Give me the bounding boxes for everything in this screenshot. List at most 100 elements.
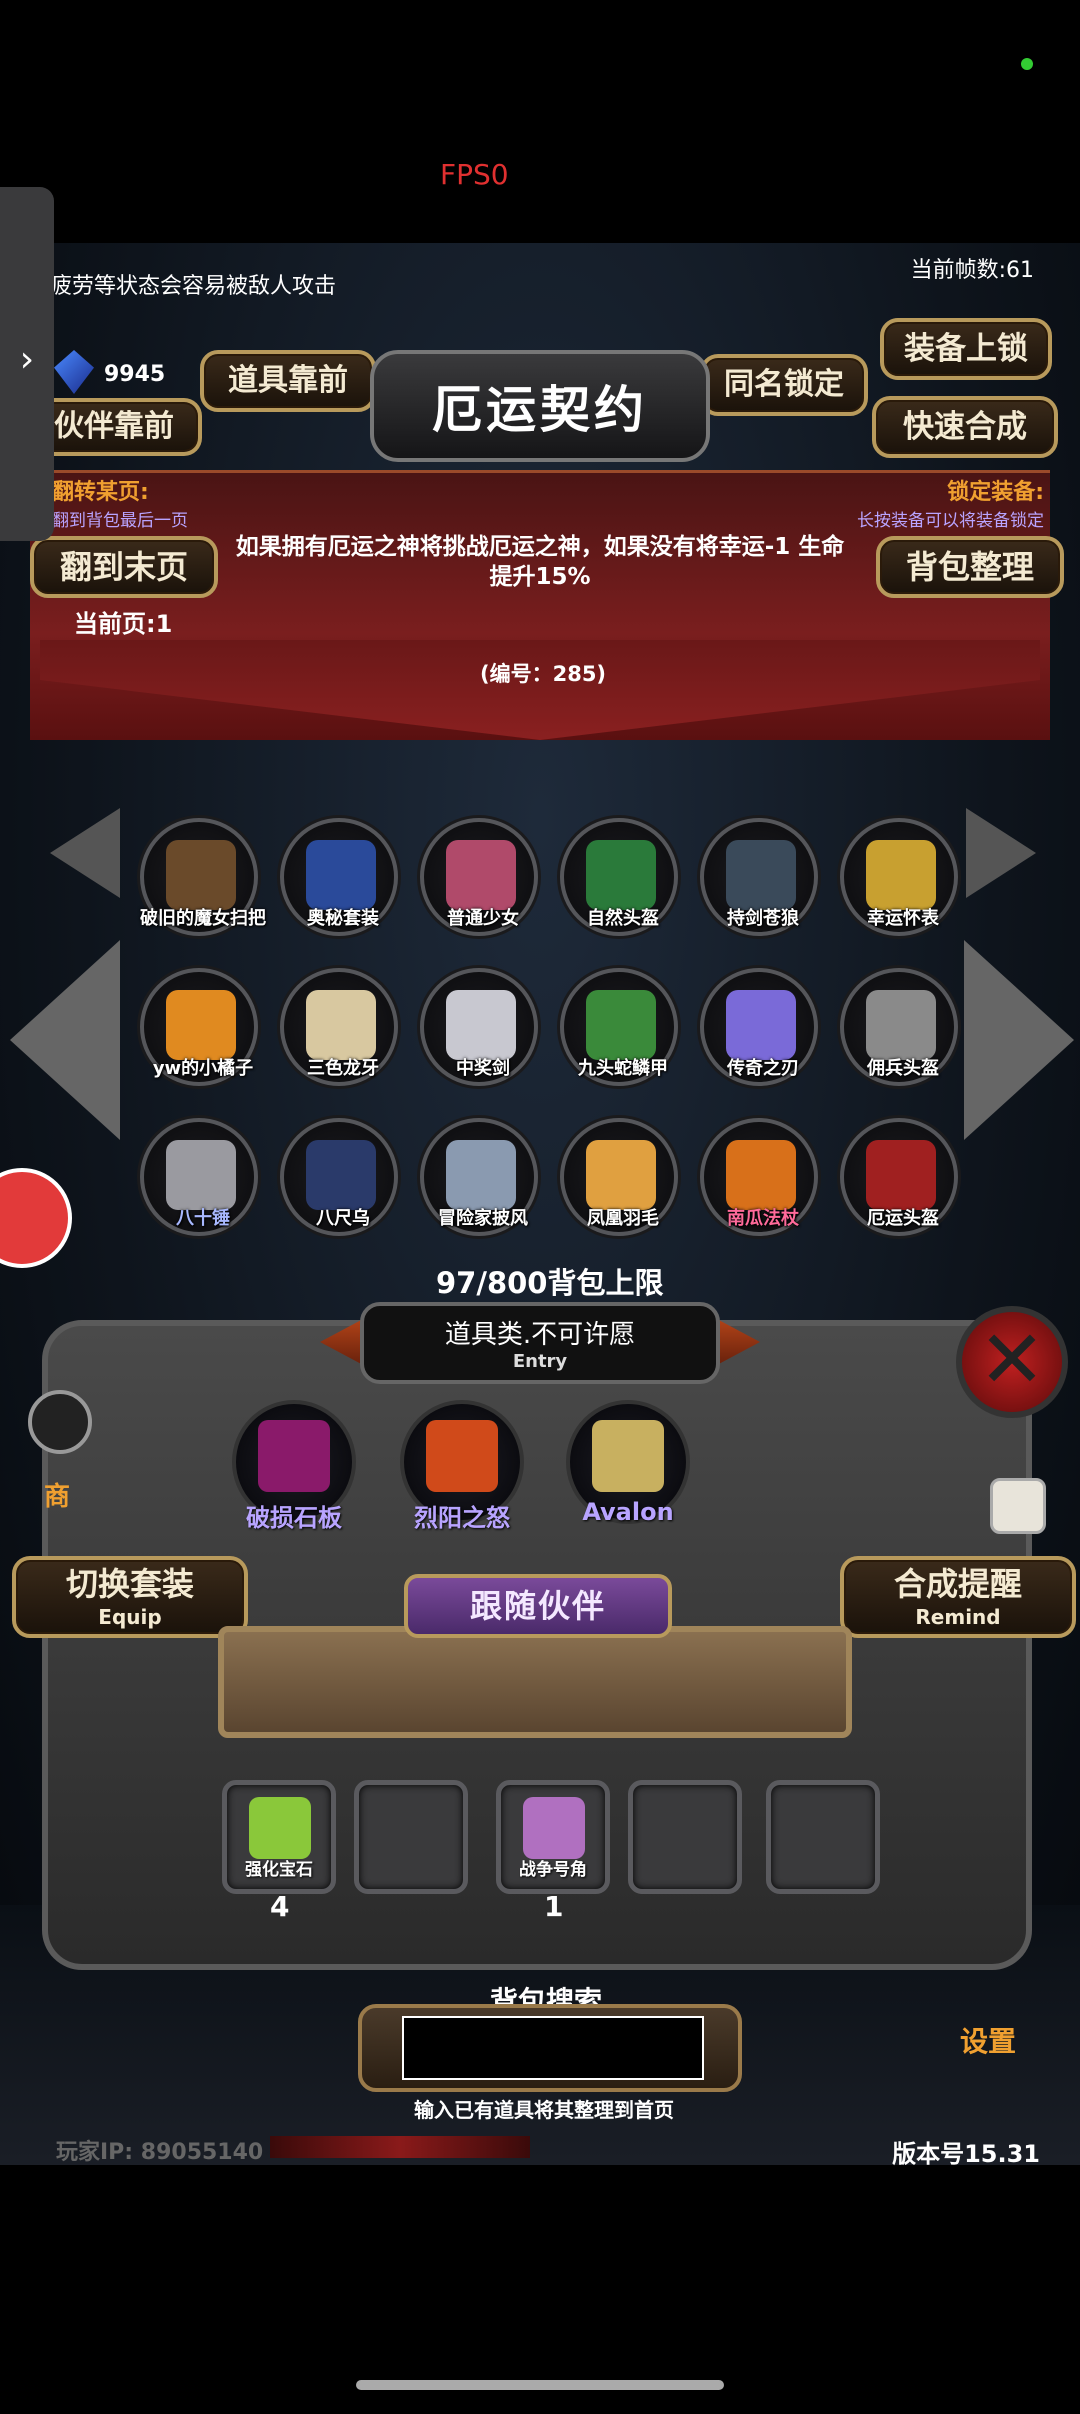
quick-slot[interactable]: 强化宝石 [222, 1780, 336, 1894]
follow-partner-button[interactable]: 跟随伙伴 [404, 1574, 672, 1638]
item-name: 持剑苍狼 [727, 908, 799, 929]
cloak-icon [446, 1140, 516, 1210]
pumpkin-staff-icon [726, 1140, 796, 1210]
item-name: 自然头盔 [587, 908, 659, 929]
gem-icon [249, 1797, 311, 1859]
inventory-slot[interactable]: 持剑苍狼 [700, 818, 818, 936]
horn-icon [523, 1797, 585, 1859]
partner-message-box [218, 1626, 852, 1738]
items-front-button[interactable]: 道具靠前 [200, 350, 376, 412]
jump-page-label: 翻转某页: [52, 480, 149, 505]
item-name: 破旧的魔女扫把 [140, 908, 266, 929]
broom-icon [166, 840, 236, 910]
inventory-slot[interactable]: 冒险家披风 [420, 1118, 538, 1236]
sword-icon [446, 990, 516, 1060]
quick-slot[interactable]: 战争号角 [496, 1780, 610, 1894]
status-hint: 疲劳等状态会容易被敌人攻击 [50, 274, 337, 299]
doom-helmet-icon [866, 1140, 936, 1210]
settings-button[interactable]: 设置 [960, 2020, 1016, 2060]
merge-remind-button[interactable]: 合成提醒 Remind [840, 1556, 1076, 1638]
bag-search-input[interactable] [402, 2016, 704, 2080]
equipped-name: 破损石板 [246, 1504, 342, 1532]
equipped-name: 烈阳之怒 [414, 1504, 510, 1532]
quick-slot-name: 强化宝石 [245, 1860, 313, 1880]
item-title-plate: 厄运契约 [370, 350, 710, 462]
bag-sort-button[interactable]: 背包整理 [876, 536, 1064, 598]
inventory-slot[interactable]: 自然头盔 [560, 818, 678, 936]
lock-equip-label: 锁定装备: [947, 480, 1044, 505]
empty-quick-slot[interactable] [628, 1780, 742, 1894]
equip-lock-button[interactable]: 装备上锁 [880, 318, 1052, 380]
inventory-slot[interactable]: 厄运头盔 [840, 1118, 958, 1236]
item-name: 厄运头盔 [867, 1208, 939, 1229]
lock-equip-hint: 长按装备可以将装备锁定 [857, 511, 1044, 531]
broken-slab-icon [258, 1420, 330, 1492]
equipped-name: Avalon [582, 1498, 674, 1526]
item-category: 道具类.不可许愿 [444, 1320, 636, 1350]
inventory-slot[interactable]: 中奖剑 [420, 968, 538, 1086]
hydra-armor-icon [586, 990, 656, 1060]
switch-set-label: 切换套装 [65, 1565, 194, 1603]
inventory-slot[interactable]: 普通少女 [420, 818, 538, 936]
partner-front-button[interactable]: 伙伴靠前 [30, 398, 202, 456]
item-name: 幸运怀表 [867, 908, 939, 929]
empty-quick-slot[interactable] [354, 1780, 468, 1894]
inventory-slot[interactable]: 九头蛇鳞甲 [560, 968, 678, 1086]
item-name: 南瓜法杖 [727, 1208, 799, 1229]
empty-quick-slot[interactable] [766, 1780, 880, 1894]
chevron-right-icon[interactable]: › [10, 340, 44, 380]
item-title: 厄运契约 [432, 381, 648, 439]
inventory-slot[interactable]: 奥秘套装 [280, 818, 398, 936]
gem-count: 9945 [104, 362, 166, 387]
pocket-watch-icon [866, 840, 936, 910]
inventory-slot[interactable]: 南瓜法杖 [700, 1118, 818, 1236]
hammer-icon [166, 1140, 236, 1210]
item-name: 传奇之刃 [727, 1058, 799, 1079]
item-name: 八尺乌 [316, 1208, 370, 1229]
item-name: 中奖剑 [456, 1058, 510, 1079]
fang-icon [306, 990, 376, 1060]
close-button[interactable]: ✕ [956, 1306, 1068, 1418]
orange-icon [166, 990, 236, 1060]
inventory-slot[interactable]: 幸运怀表 [840, 818, 958, 936]
equipped-slot[interactable]: Avalon [566, 1400, 690, 1526]
item-id: (编号：285) [480, 662, 607, 686]
shop-icon[interactable] [28, 1390, 92, 1454]
avalon-sword-icon [592, 1420, 664, 1492]
inventory-slot[interactable]: 佣兵头盔 [840, 968, 958, 1086]
equipped-slot[interactable]: 破损石板 [232, 1400, 356, 1532]
inventory-slot[interactable]: 三色龙牙 [280, 968, 398, 1086]
equipped-slot[interactable]: 烈阳之怒 [400, 1400, 524, 1532]
switch-set-button[interactable]: 切换套装 Equip [12, 1556, 248, 1638]
item-description: 如果拥有厄运之神将挑战厄运之神，如果没有将幸运-1 生命提升15% [235, 534, 845, 590]
dice-icon[interactable] [990, 1478, 1046, 1534]
inventory-slot[interactable]: 传奇之刃 [700, 968, 818, 1086]
inventory-slot[interactable]: 八十锤 [140, 1118, 258, 1236]
inventory-slot[interactable]: yw的小橘子 [140, 968, 258, 1086]
helmet-icon [866, 990, 936, 1060]
inventory-slot[interactable]: 八尺乌 [280, 1118, 398, 1236]
crow-icon [306, 1140, 376, 1210]
girl-icon [446, 840, 516, 910]
search-hint: 输入已有道具将其整理到首页 [414, 2098, 674, 2122]
item-name: 普通少女 [447, 908, 519, 929]
item-name: 八十锤 [176, 1208, 230, 1229]
quick-slot-count: 4 [270, 1890, 290, 1923]
inventory-slot[interactable]: 破旧的魔女扫把 [140, 818, 266, 936]
player-ip: 玩家IP: 89055140 [56, 2140, 264, 2165]
merge-remind-sublabel: Remind [915, 1605, 1001, 1629]
switch-set-sublabel: Equip [98, 1605, 162, 1629]
last-page-button[interactable]: 翻到末页 [30, 536, 218, 598]
quick-slot-count: 1 [544, 1890, 564, 1923]
quick-merge-button[interactable]: 快速合成 [872, 396, 1058, 458]
entry-label: Entry [512, 1351, 568, 1372]
quick-slot-name: 战争号角 [519, 1860, 587, 1880]
shop-label[interactable]: 商 [44, 1476, 70, 1513]
inventory-slot[interactable]: 凤凰羽毛 [560, 1118, 678, 1236]
game-screen: FPS0 疲劳等状态会容易被敌人攻击 当前帧数:61 9945 道具靠前 伙伴靠… [0, 0, 1080, 2414]
robe-icon [306, 840, 376, 910]
home-indicator[interactable] [356, 2380, 724, 2390]
leaf-helmet-icon [586, 840, 656, 910]
same-name-lock-button[interactable]: 同名锁定 [700, 354, 868, 416]
sun-crown-icon [426, 1420, 498, 1492]
